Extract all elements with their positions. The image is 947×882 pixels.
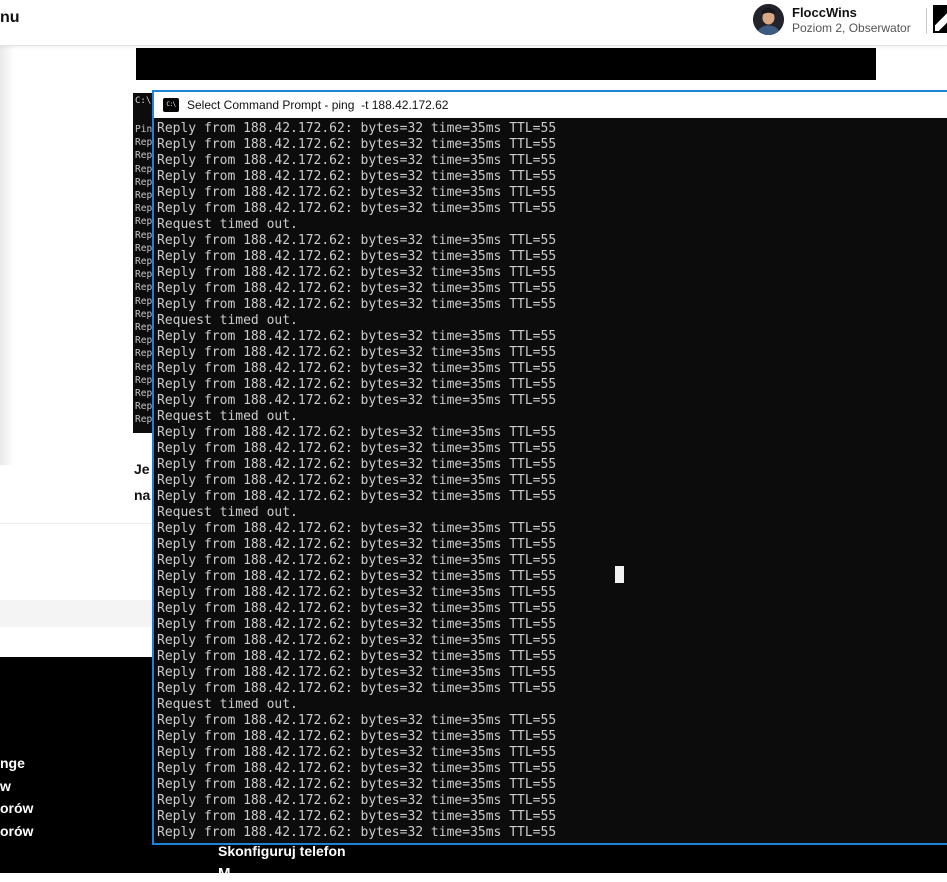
background-terminal-line: Rep bbox=[135, 242, 152, 255]
background-terminal-line: Rep bbox=[135, 255, 152, 268]
terminal-line-reply: Reply from 188.42.172.62: bytes=32 time=… bbox=[157, 441, 947, 457]
terminal-line-reply: Reply from 188.42.172.62: bytes=32 time=… bbox=[157, 809, 947, 825]
background-terminal-line: Rep bbox=[135, 229, 152, 242]
terminal-line-reply: Reply from 188.42.172.62: bytes=32 time=… bbox=[157, 793, 947, 809]
footer-link-partial[interactable]: w bbox=[0, 775, 33, 798]
terminal-line-reply: Reply from 188.42.172.62: bytes=32 time=… bbox=[157, 361, 947, 377]
background-terminal-line: Rep bbox=[135, 361, 152, 374]
background-terminal-window[interactable]: C:\ PinRepRepRepRepRepRepRepRepRepRepRep… bbox=[133, 93, 154, 433]
terminal-line-reply: Reply from 188.42.172.62: bytes=32 time=… bbox=[157, 377, 947, 393]
terminal-line-reply: Reply from 188.42.172.62: bytes=32 time=… bbox=[157, 265, 947, 281]
terminal-line-reply: Reply from 188.42.172.62: bytes=32 time=… bbox=[157, 233, 947, 249]
background-terminal-line: Rep bbox=[135, 189, 152, 202]
cutoff-text-na: na bbox=[134, 487, 153, 503]
terminal-line-reply: Reply from 188.42.172.62: bytes=32 time=… bbox=[157, 137, 947, 153]
background-terminal-line: Rep bbox=[135, 347, 152, 360]
terminal-line-timeout: Request timed out. bbox=[157, 697, 947, 713]
background-terminal-line: Rep bbox=[135, 215, 152, 228]
terminal-line-reply: Reply from 188.42.172.62: bytes=32 time=… bbox=[157, 201, 947, 217]
message-icon[interactable] bbox=[933, 5, 947, 33]
terminal-line-reply: Reply from 188.42.172.62: bytes=32 time=… bbox=[157, 601, 947, 617]
background-terminal-line: Rep bbox=[135, 202, 152, 215]
terminal-line-reply: Reply from 188.42.172.62: bytes=32 time=… bbox=[157, 489, 947, 505]
background-terminal-line: Rep bbox=[135, 321, 152, 334]
terminal-line-reply: Reply from 188.42.172.62: bytes=32 time=… bbox=[157, 761, 947, 777]
window-title: Select Command Prompt - ping -t 188.42.1… bbox=[187, 98, 448, 112]
background-terminal-line: Rep bbox=[135, 308, 152, 321]
background-terminal-line: Rep bbox=[135, 149, 152, 162]
background-terminal-line: Rep bbox=[135, 295, 152, 308]
terminal-line-reply: Reply from 188.42.172.62: bytes=32 time=… bbox=[157, 713, 947, 729]
footer-link-partial[interactable]: nge bbox=[0, 752, 33, 775]
terminal-line-reply: Reply from 188.42.172.62: bytes=32 time=… bbox=[157, 729, 947, 745]
section-divider bbox=[0, 523, 153, 524]
avatar[interactable] bbox=[753, 4, 784, 35]
terminal-line-reply: Reply from 188.42.172.62: bytes=32 time=… bbox=[157, 617, 947, 633]
user-level-subtitle: Poziom 2, Obserwator bbox=[792, 21, 911, 35]
terminal-line-timeout: Request timed out. bbox=[157, 313, 947, 329]
terminal-line-reply: Reply from 188.42.172.62: bytes=32 time=… bbox=[157, 169, 947, 185]
terminal-line-reply: Reply from 188.42.172.62: bytes=32 time=… bbox=[157, 281, 947, 297]
gray-section-band bbox=[0, 600, 160, 627]
terminal-line-reply: Reply from 188.42.172.62: bytes=32 time=… bbox=[157, 121, 947, 137]
footer-links: ngeworóworów bbox=[0, 752, 33, 842]
user-name[interactable]: FloccWins bbox=[792, 5, 857, 20]
background-terminal-output: PinRepRepRepRepRepRepRepRepRepRepRepRepR… bbox=[135, 123, 152, 427]
background-terminal-line: Rep bbox=[135, 268, 152, 281]
cmd-icon: C:\ bbox=[163, 98, 179, 112]
terminal-line-reply: Reply from 188.42.172.62: bytes=32 time=… bbox=[157, 153, 947, 169]
background-terminal-line: Rep bbox=[135, 374, 152, 387]
terminal-line-reply: Reply from 188.42.172.62: bytes=32 time=… bbox=[157, 425, 947, 441]
terminal-line-reply: Reply from 188.42.172.62: bytes=32 time=… bbox=[157, 521, 947, 537]
background-terminal-line: Rep bbox=[135, 281, 152, 294]
terminal-line-reply: Reply from 188.42.172.62: bytes=32 time=… bbox=[157, 825, 947, 841]
page-header: nu FloccWins Poziom 2, Obserwator bbox=[0, 0, 947, 46]
terminal-line-reply: Reply from 188.42.172.62: bytes=32 time=… bbox=[157, 585, 947, 601]
terminal-line-reply: Reply from 188.42.172.62: bytes=32 time=… bbox=[157, 185, 947, 201]
background-terminal-line: Rep bbox=[135, 334, 152, 347]
black-banner bbox=[136, 48, 876, 80]
terminal-line-reply: Reply from 188.42.172.62: bytes=32 time=… bbox=[157, 681, 947, 697]
background-terminal-line: Rep bbox=[135, 387, 152, 400]
terminal-line-reply: Reply from 188.42.172.62: bytes=32 time=… bbox=[157, 633, 947, 649]
terminal-output[interactable]: Reply from 188.42.172.62: bytes=32 time=… bbox=[154, 118, 947, 843]
setup-phone-link[interactable]: Skonfiguruj telefon bbox=[218, 843, 346, 859]
background-terminal-line: Rep bbox=[135, 413, 152, 426]
footer-link-partial[interactable]: orów bbox=[0, 797, 33, 820]
terminal-line-reply: Reply from 188.42.172.62: bytes=32 time=… bbox=[157, 649, 947, 665]
terminal-line-reply: Reply from 188.42.172.62: bytes=32 time=… bbox=[157, 249, 947, 265]
background-terminal-line: Rep bbox=[135, 176, 152, 189]
terminal-line-timeout: Request timed out. bbox=[157, 505, 947, 521]
terminal-line-reply: Reply from 188.42.172.62: bytes=32 time=… bbox=[157, 537, 947, 553]
left-edge-shadow bbox=[0, 45, 14, 465]
avatar-image bbox=[753, 4, 784, 35]
terminal-line-reply: Reply from 188.42.172.62: bytes=32 time=… bbox=[157, 553, 947, 569]
menu-label[interactable]: nu bbox=[0, 9, 20, 27]
cutoff-text-je: Je bbox=[134, 461, 153, 477]
terminal-line-reply: Reply from 188.42.172.62: bytes=32 time=… bbox=[157, 777, 947, 793]
terminal-line-reply: Reply from 188.42.172.62: bytes=32 time=… bbox=[157, 665, 947, 681]
footer-link-partial[interactable]: orów bbox=[0, 820, 33, 843]
terminal-line-reply: Reply from 188.42.172.62: bytes=32 time=… bbox=[157, 345, 947, 361]
terminal-line-timeout: Request timed out. bbox=[157, 217, 947, 233]
background-terminal-line: Rep bbox=[135, 400, 152, 413]
terminal-line-reply: Reply from 188.42.172.62: bytes=32 time=… bbox=[157, 473, 947, 489]
background-terminal-line: Rep bbox=[135, 136, 152, 149]
background-terminal-path: C:\ bbox=[135, 96, 151, 106]
terminal-selection-cursor bbox=[615, 566, 624, 583]
header-divider bbox=[926, 8, 927, 34]
terminal-line-reply: Reply from 188.42.172.62: bytes=32 time=… bbox=[157, 329, 947, 345]
footer-cutoff-text: M bbox=[218, 865, 231, 882]
command-prompt-titlebar[interactable]: C:\ Select Command Prompt - ping -t 188.… bbox=[154, 92, 947, 118]
terminal-line-reply: Reply from 188.42.172.62: bytes=32 time=… bbox=[157, 569, 947, 585]
terminal-line-reply: Reply from 188.42.172.62: bytes=32 time=… bbox=[157, 393, 947, 409]
background-terminal-line: Pin bbox=[135, 123, 152, 136]
terminal-line-reply: Reply from 188.42.172.62: bytes=32 time=… bbox=[157, 745, 947, 761]
terminal-line-reply: Reply from 188.42.172.62: bytes=32 time=… bbox=[157, 297, 947, 313]
terminal-line-reply: Reply from 188.42.172.62: bytes=32 time=… bbox=[157, 457, 947, 473]
command-prompt-window[interactable]: C:\ Select Command Prompt - ping -t 188.… bbox=[152, 90, 947, 845]
background-terminal-line: Rep bbox=[135, 163, 152, 176]
terminal-line-timeout: Request timed out. bbox=[157, 409, 947, 425]
